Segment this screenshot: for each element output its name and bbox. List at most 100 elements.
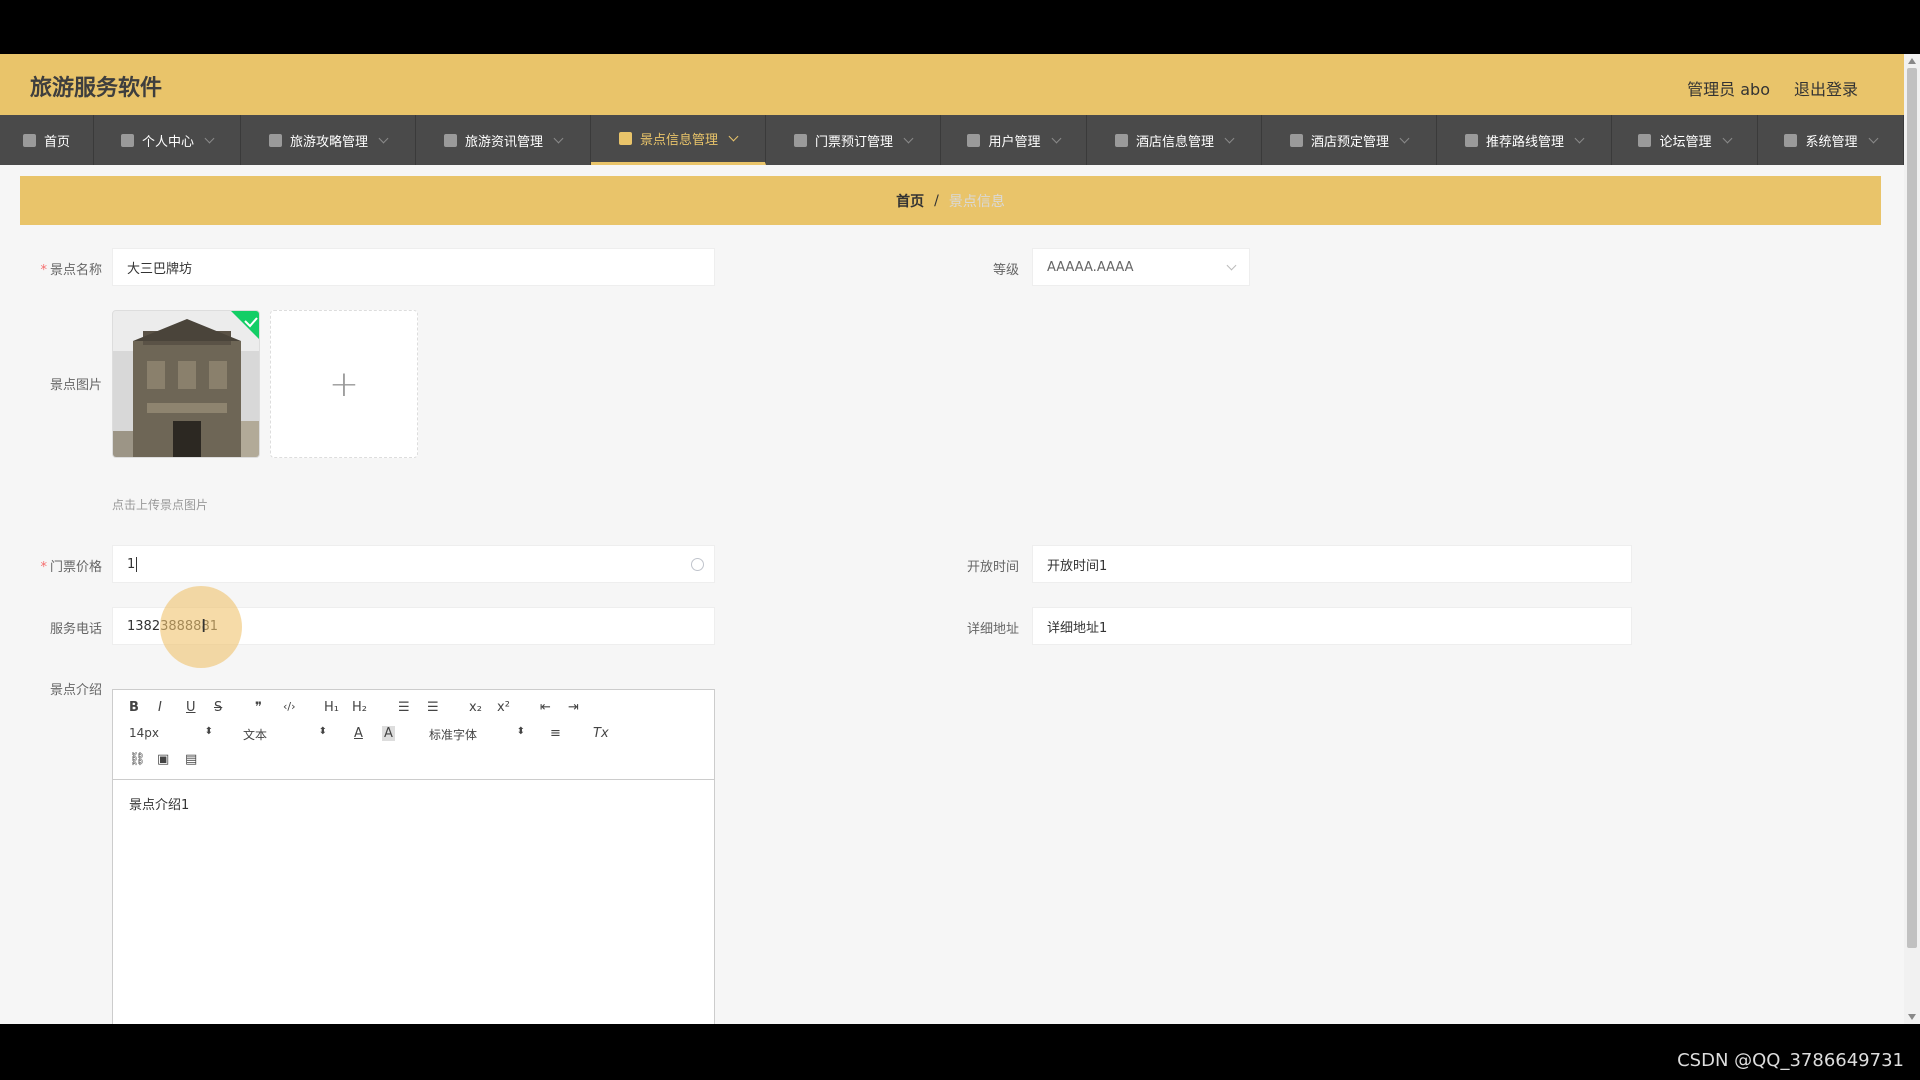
home-icon [22,133,36,147]
nav-item-profile[interactable]: 个人中心 [94,115,241,165]
chevron-down-icon [553,133,564,143]
scroll-up-icon[interactable] [1908,58,1916,64]
plus-icon: + [328,363,360,405]
nav-item-home[interactable]: 首页 [0,115,94,165]
attraction-photo [113,311,259,457]
chevron-down-icon [728,131,739,142]
nav-item-label: 论坛管理 [1659,134,1712,150]
mic-icon [793,133,807,147]
chevron-down-icon [1051,133,1061,143]
main-nav: 首页 个人中心 旅游攻略管理 旅游资讯管理 景点信息管理 门票预订管理 用户管理… [0,115,1904,165]
nav-item-guides[interactable]: 旅游攻略管理 [241,115,416,165]
nav-item-attractions[interactable]: 景点信息管理 [591,115,766,165]
price-label: * 门票价格 [40,560,102,575]
breadcrumb-home[interactable]: 首页 [896,191,924,211]
video-button[interactable]: ▤ [185,752,197,767]
logout-link[interactable]: 退出登录 [1794,76,1858,100]
nav-item-hotels[interactable]: 酒店信息管理 [1087,115,1262,165]
editor-toolbar: B I U S ❞ ‹/› H₁ H₂ ☰ ☰ x₂ x² ⇤ ⇥ 14px ⬍ … [113,690,714,780]
upload-tip: 点击上传景点图片 [112,498,209,512]
nav-item-label: 推荐路线管理 [1485,134,1564,150]
clean-format-button[interactable]: Tx [593,726,609,741]
font-family-select[interactable]: 标准字体 ⬍ [429,726,525,743]
font-size-select[interactable]: 14px ⬍ [129,726,213,740]
chevron-down-icon [1399,133,1410,143]
upload-add-button[interactable]: + [270,310,418,458]
price-input[interactable]: 1 [112,545,715,583]
chevron-down-icon [1868,133,1878,143]
nav-item-routes[interactable]: 推荐路线管理 [1437,115,1612,165]
scrollbar-thumb[interactable] [1907,68,1917,948]
nav-item-forum[interactable]: 论坛管理 [1612,115,1758,165]
chevron-down-icon [204,133,215,143]
chevron-down-icon [1224,133,1235,143]
nav-item-label: 个人中心 [141,134,194,150]
nav-item-system[interactable]: 系统管理 [1758,115,1904,165]
grid-icon [1784,133,1798,147]
text-caret [136,556,138,572]
power-icon [268,133,282,147]
strike-button[interactable]: S [214,700,222,715]
h1-button[interactable]: H₁ [324,700,339,715]
nav-item-label: 系统管理 [1805,134,1858,150]
nav-item-label: 用户管理 [988,134,1041,150]
chevron-down-icon [1574,133,1585,143]
nav-item-news[interactable]: 旅游资讯管理 [416,115,591,165]
nav-item-label: 酒店信息管理 [1135,134,1214,150]
nav-item-tickets[interactable]: 门票预订管理 [766,115,941,165]
chevron-down-icon [903,133,914,143]
level-value: AAAAA.AAAA [1047,259,1134,275]
chevron-down-icon [378,133,389,143]
bullet-list-button[interactable]: ☰ [427,700,439,715]
indent-button[interactable]: ⇥ [568,700,579,715]
page-scrollbar[interactable] [1904,54,1920,1024]
chevron-down-icon [1722,133,1732,143]
link-button[interactable]: ⛓ [129,752,146,767]
quote-button[interactable]: ❞ [255,700,262,715]
open-time-input[interactable]: 开放时间1 [1032,545,1632,583]
admin-name: 管理员 abo [1687,80,1770,99]
font-color-button[interactable]: A [354,726,363,741]
image-button[interactable]: ▣ [157,752,169,767]
uploaded-image[interactable] [112,310,260,458]
h2-button[interactable]: H₂ [352,700,367,715]
header-select[interactable]: 文本 ⬍ [243,726,327,743]
scroll-down-icon[interactable] [1908,1014,1916,1020]
name-input[interactable]: 大三巴牌坊 [112,248,715,286]
address-input[interactable]: 详细地址1 [1032,607,1632,645]
subscript-button[interactable]: x₂ [469,700,482,715]
code-button[interactable]: ‹/› [283,700,296,713]
background-color-button[interactable]: A [382,726,395,741]
outdent-button[interactable]: ⇤ [540,700,551,715]
superscript-button[interactable]: x² [497,700,510,715]
user-icon [1638,133,1652,147]
clear-icon[interactable] [691,558,704,571]
name-label: * 景点名称 [40,263,102,278]
italic-button[interactable]: I [158,700,162,715]
phone-input[interactable]: 13823888881 [112,607,715,645]
watermark: CSDN @QQ_3786649731 [1677,1050,1904,1071]
required-mark: * [40,560,47,575]
level-select[interactable]: AAAAA.AAAA [1032,248,1250,286]
ordered-list-button[interactable]: ☰ [398,700,410,715]
breadcrumb-current: 景点信息 [948,193,1005,210]
chat-icon [967,133,981,147]
nav-item-label: 景点信息管理 [639,133,718,148]
nav-item-label: 酒店预定管理 [1310,134,1389,150]
nav-item-users[interactable]: 用户管理 [941,115,1087,165]
underline-button[interactable]: U [186,700,196,715]
list-icon [618,132,632,145]
level-label: 等级 [992,263,1019,278]
align-button[interactable]: ≡ [550,726,561,741]
bold-button[interactable]: B [129,700,139,715]
user-icon [120,133,134,147]
nav-item-hotel-bookings[interactable]: 酒店预定管理 [1262,115,1437,165]
select-arrow-icon: ⬍ [516,726,525,737]
phone-label: 服务电话 [49,622,102,637]
price-value: 1 [127,556,136,572]
expand-icon [1289,133,1303,147]
editor-content[interactable]: 景点介绍1 [113,780,714,827]
nav-item-label: 首页 [43,134,70,150]
nav-item-label: 旅游攻略管理 [289,134,368,150]
select-arrow-icon: ⬍ [318,726,327,737]
